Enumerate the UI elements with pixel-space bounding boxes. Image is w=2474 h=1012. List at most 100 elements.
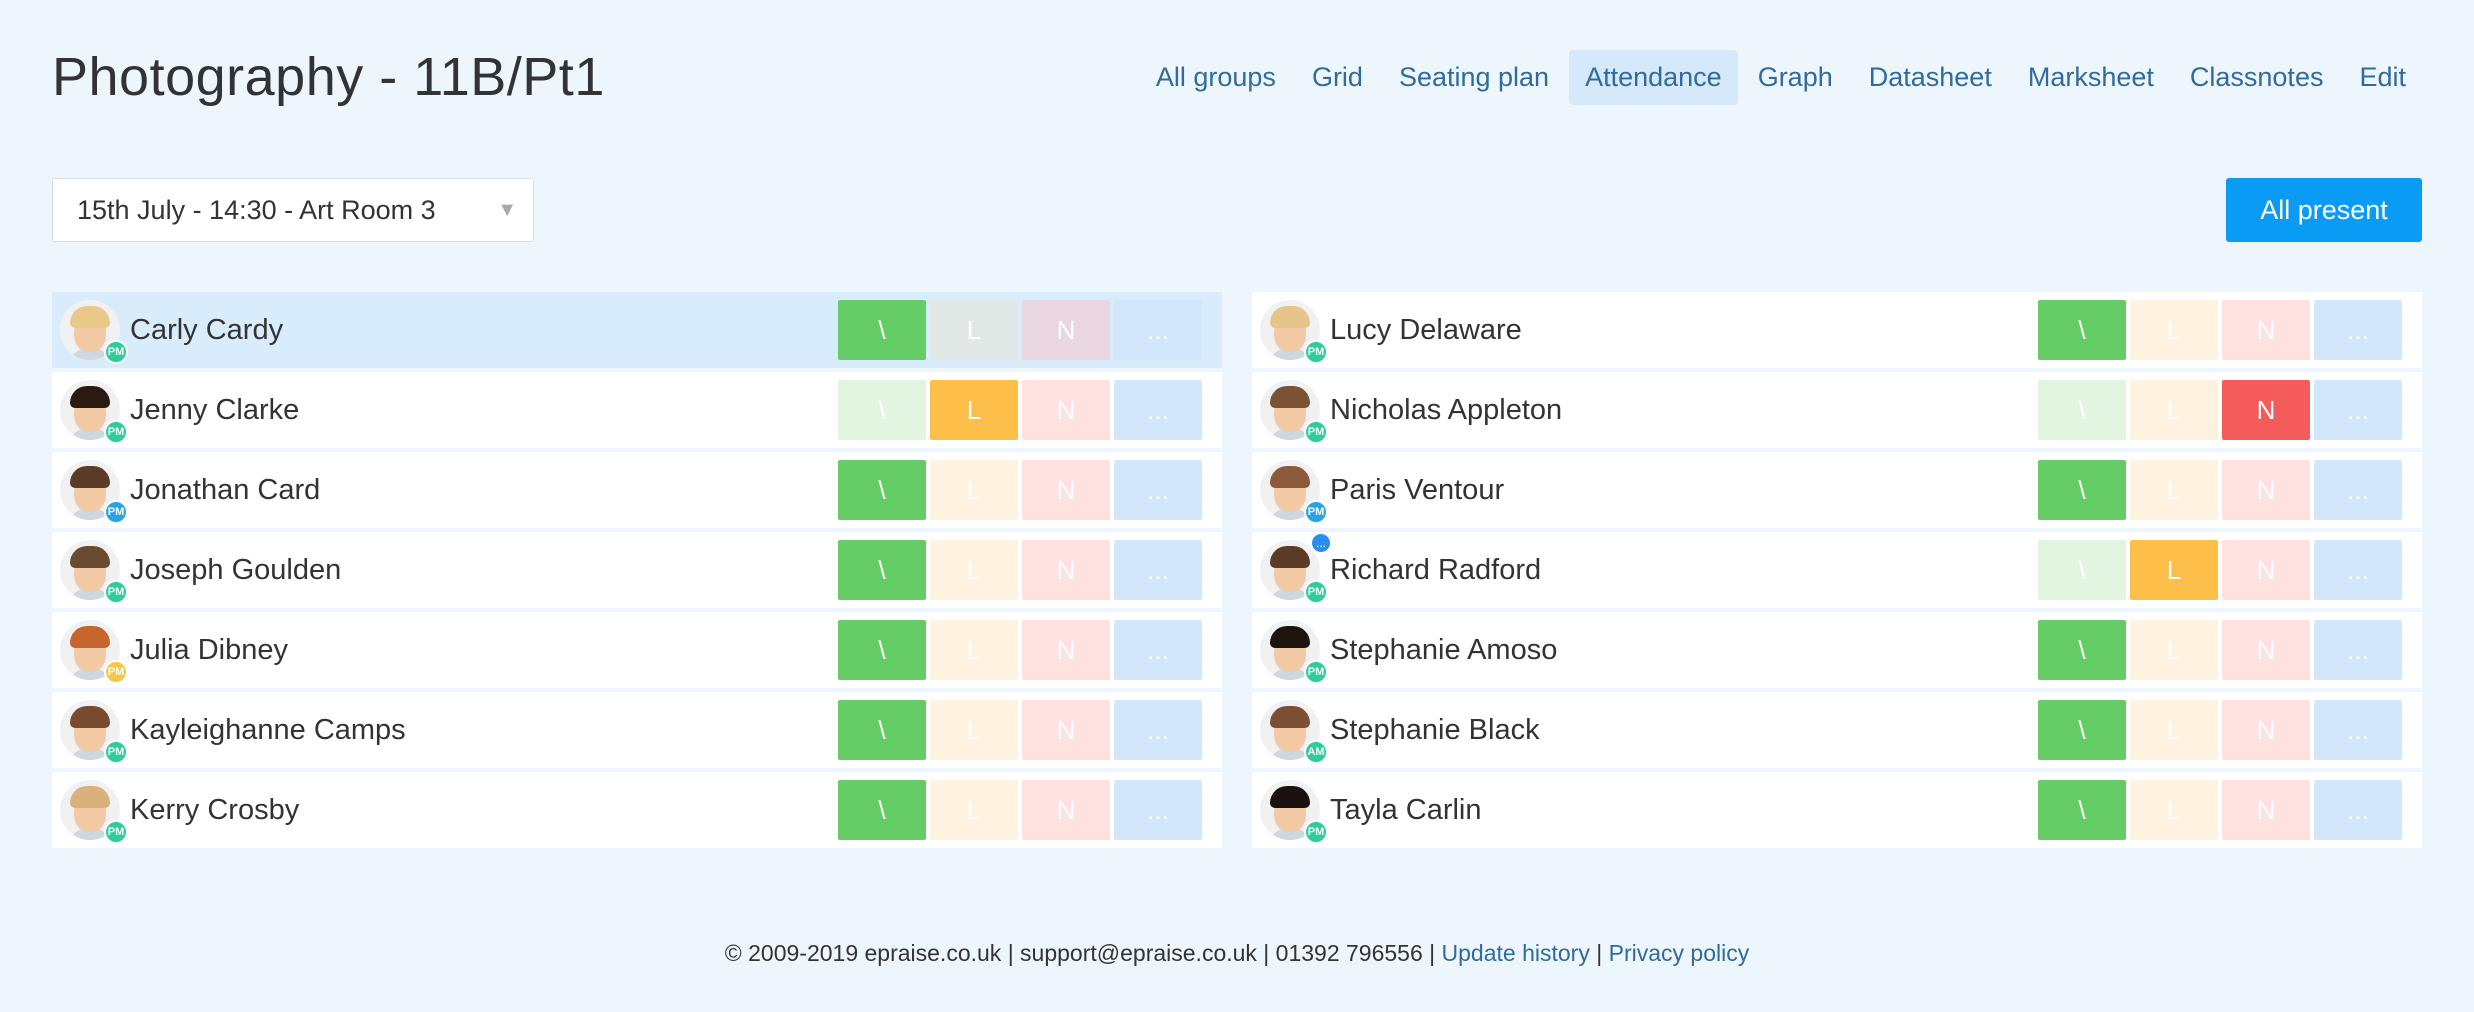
- mark-other-button[interactable]: ...: [2314, 540, 2402, 600]
- avatar[interactable]: PM: [1260, 618, 1328, 684]
- student-row[interactable]: PM Joseph Goulden \ L N...: [52, 532, 1222, 608]
- mark-absent-button[interactable]: N: [1022, 620, 1110, 680]
- mark-late-button[interactable]: L: [930, 780, 1018, 840]
- mark-late-button[interactable]: L: [2130, 300, 2218, 360]
- student-row[interactable]: PM Kerry Crosby \ L N...: [52, 772, 1222, 848]
- mark-other-button[interactable]: ...: [1114, 620, 1202, 680]
- mark-present-button[interactable]: \: [2038, 460, 2126, 520]
- nav-seating-plan[interactable]: Seating plan: [1383, 50, 1565, 105]
- avatar[interactable]: PM: [60, 298, 128, 364]
- mark-late-button[interactable]: L: [930, 380, 1018, 440]
- mark-other-button[interactable]: ...: [1114, 780, 1202, 840]
- mark-absent-button[interactable]: N: [2222, 380, 2310, 440]
- all-present-button[interactable]: All present: [2226, 178, 2422, 242]
- mark-late-button[interactable]: L: [2130, 780, 2218, 840]
- nav-datasheet[interactable]: Datasheet: [1853, 50, 2008, 105]
- avatar[interactable]: PM: [1260, 378, 1328, 444]
- mark-late-button[interactable]: L: [2130, 540, 2218, 600]
- student-row[interactable]: PM Paris Ventour \ L N...: [1252, 452, 2422, 528]
- mark-present-button[interactable]: \: [2038, 700, 2126, 760]
- mark-present-button[interactable]: \: [838, 300, 926, 360]
- mark-other-button[interactable]: ...: [2314, 700, 2402, 760]
- mark-present-button[interactable]: \: [2038, 540, 2126, 600]
- student-row[interactable]: PM Jenny Clarke \ L N...: [52, 372, 1222, 448]
- mark-late-button[interactable]: L: [930, 300, 1018, 360]
- session-select[interactable]: 15th July - 14:30 - Art Room 3 ▼: [52, 178, 534, 242]
- mark-other-button[interactable]: ...: [1114, 300, 1202, 360]
- mark-present-button[interactable]: \: [838, 700, 926, 760]
- mark-absent-button[interactable]: N: [2222, 300, 2310, 360]
- student-row[interactable]: PM Jonathan Card \ L N...: [52, 452, 1222, 528]
- mark-present-button[interactable]: \: [838, 780, 926, 840]
- note-badge[interactable]: ...: [1310, 532, 1332, 554]
- nav-edit[interactable]: Edit: [2343, 50, 2422, 105]
- nav-grid[interactable]: Grid: [1296, 50, 1379, 105]
- mark-absent-button[interactable]: N: [2222, 700, 2310, 760]
- mark-absent-button[interactable]: N: [2222, 460, 2310, 520]
- mark-present-button[interactable]: \: [838, 540, 926, 600]
- student-row[interactable]: PM Lucy Delaware \ L N...: [1252, 292, 2422, 368]
- mark-other-button[interactable]: ...: [2314, 460, 2402, 520]
- nav-graph[interactable]: Graph: [1742, 50, 1849, 105]
- mark-absent-button[interactable]: N: [1022, 300, 1110, 360]
- student-row[interactable]: PM... Richard Radford \ L N...: [1252, 532, 2422, 608]
- mark-other-button[interactable]: ...: [1114, 540, 1202, 600]
- footer: © 2009-2019 epraise.co.uk | support@epra…: [0, 940, 2474, 967]
- mark-other-button[interactable]: ...: [2314, 620, 2402, 680]
- mark-other-button[interactable]: ...: [1114, 460, 1202, 520]
- avatar[interactable]: PM: [60, 618, 128, 684]
- nav-classnotes[interactable]: Classnotes: [2174, 50, 2340, 105]
- mark-late-button[interactable]: L: [930, 700, 1018, 760]
- mark-absent-button[interactable]: N: [1022, 700, 1110, 760]
- avatar[interactable]: AM: [1260, 698, 1328, 764]
- student-row[interactable]: PM Julia Dibney \ L N...: [52, 612, 1222, 688]
- mark-late-button[interactable]: L: [2130, 380, 2218, 440]
- mark-other-button[interactable]: ...: [1114, 380, 1202, 440]
- mark-present-button[interactable]: \: [838, 620, 926, 680]
- footer-text: © 2009-2019 epraise.co.uk | support@epra…: [724, 940, 1436, 966]
- student-row[interactable]: PM Stephanie Amoso \ L N...: [1252, 612, 2422, 688]
- mark-present-button[interactable]: \: [2038, 380, 2126, 440]
- mark-other-button[interactable]: ...: [2314, 780, 2402, 840]
- mark-other-button[interactable]: ...: [2314, 300, 2402, 360]
- avatar[interactable]: PM: [60, 778, 128, 844]
- mark-late-button[interactable]: L: [2130, 460, 2218, 520]
- mark-absent-button[interactable]: N: [1022, 540, 1110, 600]
- mark-absent-button[interactable]: N: [1022, 460, 1110, 520]
- mark-absent-button[interactable]: N: [2222, 540, 2310, 600]
- student-row[interactable]: PM Carly Cardy \ L N...: [52, 292, 1222, 368]
- mark-late-button[interactable]: L: [930, 620, 1018, 680]
- mark-late-button[interactable]: L: [2130, 620, 2218, 680]
- mark-present-button[interactable]: \: [2038, 780, 2126, 840]
- mark-late-button[interactable]: L: [930, 460, 1018, 520]
- nav-all-groups[interactable]: All groups: [1140, 50, 1292, 105]
- mark-late-button[interactable]: L: [930, 540, 1018, 600]
- update-history-link[interactable]: Update history: [1442, 940, 1590, 966]
- mark-other-button[interactable]: ...: [2314, 380, 2402, 440]
- avatar[interactable]: PM: [60, 698, 128, 764]
- student-row[interactable]: PM Tayla Carlin \ L N...: [1252, 772, 2422, 848]
- nav-attendance[interactable]: Attendance: [1569, 49, 1738, 105]
- student-row[interactable]: AM Stephanie Black \ L N...: [1252, 692, 2422, 768]
- mark-present-button[interactable]: \: [838, 460, 926, 520]
- student-row[interactable]: PM Nicholas Appleton \ L N...: [1252, 372, 2422, 448]
- avatar[interactable]: PM: [1260, 778, 1328, 844]
- avatar[interactable]: PM: [60, 538, 128, 604]
- avatar[interactable]: PM: [60, 378, 128, 444]
- student-row[interactable]: PM Kayleighanne Camps \ L N...: [52, 692, 1222, 768]
- mark-absent-button[interactable]: N: [1022, 380, 1110, 440]
- mark-other-button[interactable]: ...: [1114, 700, 1202, 760]
- avatar[interactable]: PM: [60, 458, 128, 524]
- mark-present-button[interactable]: \: [2038, 300, 2126, 360]
- mark-absent-button[interactable]: N: [1022, 780, 1110, 840]
- mark-absent-button[interactable]: N: [2222, 620, 2310, 680]
- nav-marksheet[interactable]: Marksheet: [2012, 50, 2170, 105]
- avatar[interactable]: PM: [1260, 298, 1328, 364]
- mark-present-button[interactable]: \: [2038, 620, 2126, 680]
- mark-absent-button[interactable]: N: [2222, 780, 2310, 840]
- avatar[interactable]: PM...: [1260, 532, 1332, 604]
- privacy-policy-link[interactable]: Privacy policy: [1609, 940, 1750, 966]
- avatar[interactable]: PM: [1260, 458, 1328, 524]
- mark-late-button[interactable]: L: [2130, 700, 2218, 760]
- mark-present-button[interactable]: \: [838, 380, 926, 440]
